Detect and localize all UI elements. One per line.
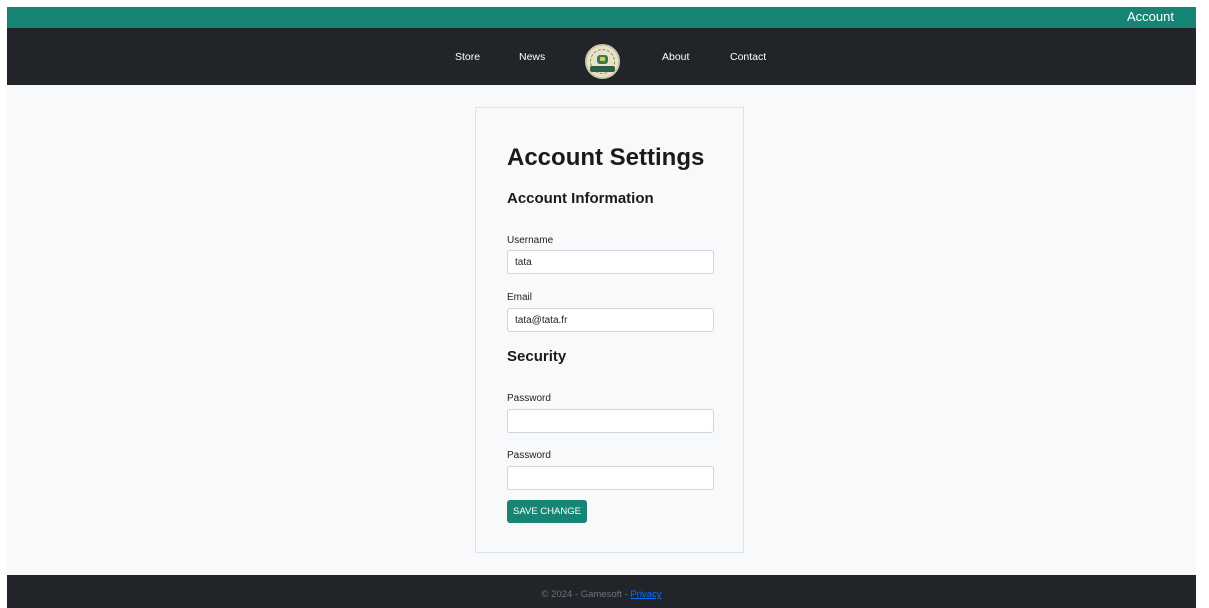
main-navbar: Store News About Contact: [7, 28, 1196, 85]
security-heading: Security: [507, 348, 567, 365]
account-link[interactable]: Account: [1127, 9, 1174, 24]
footer-copyright: © 2024 - Gamesoft -: [541, 589, 631, 600]
logo-emblem: [597, 55, 608, 64]
page: Account Store News About Contact Account…: [7, 7, 1196, 608]
privacy-link[interactable]: Privacy: [630, 589, 661, 600]
password-confirm-label: Password: [507, 450, 551, 461]
page-title: Account Settings: [507, 144, 705, 171]
nav-news-link[interactable]: News: [519, 51, 545, 63]
password-label: Password: [507, 393, 551, 404]
password-input[interactable]: [507, 409, 714, 433]
nav-store-link[interactable]: Store: [455, 51, 480, 63]
password-confirm-input[interactable]: [507, 466, 714, 490]
save-change-button[interactable]: SAVE CHANGE: [507, 500, 587, 523]
footer: © 2024 - Gamesoft - Privacy: [7, 575, 1196, 608]
email-input[interactable]: [507, 308, 714, 332]
gamesoft-logo-icon[interactable]: [585, 44, 620, 79]
top-bar: Account: [7, 7, 1196, 28]
nav-about-link[interactable]: About: [662, 51, 689, 63]
account-settings-card: Account Settings Account Information Use…: [475, 107, 744, 553]
email-label: Email: [507, 292, 533, 303]
account-information-heading: Account Information: [507, 190, 654, 207]
username-input[interactable]: [507, 250, 714, 274]
logo-band: [590, 66, 615, 72]
username-label: Username: [507, 235, 554, 246]
nav-contact-link[interactable]: Contact: [730, 51, 766, 63]
